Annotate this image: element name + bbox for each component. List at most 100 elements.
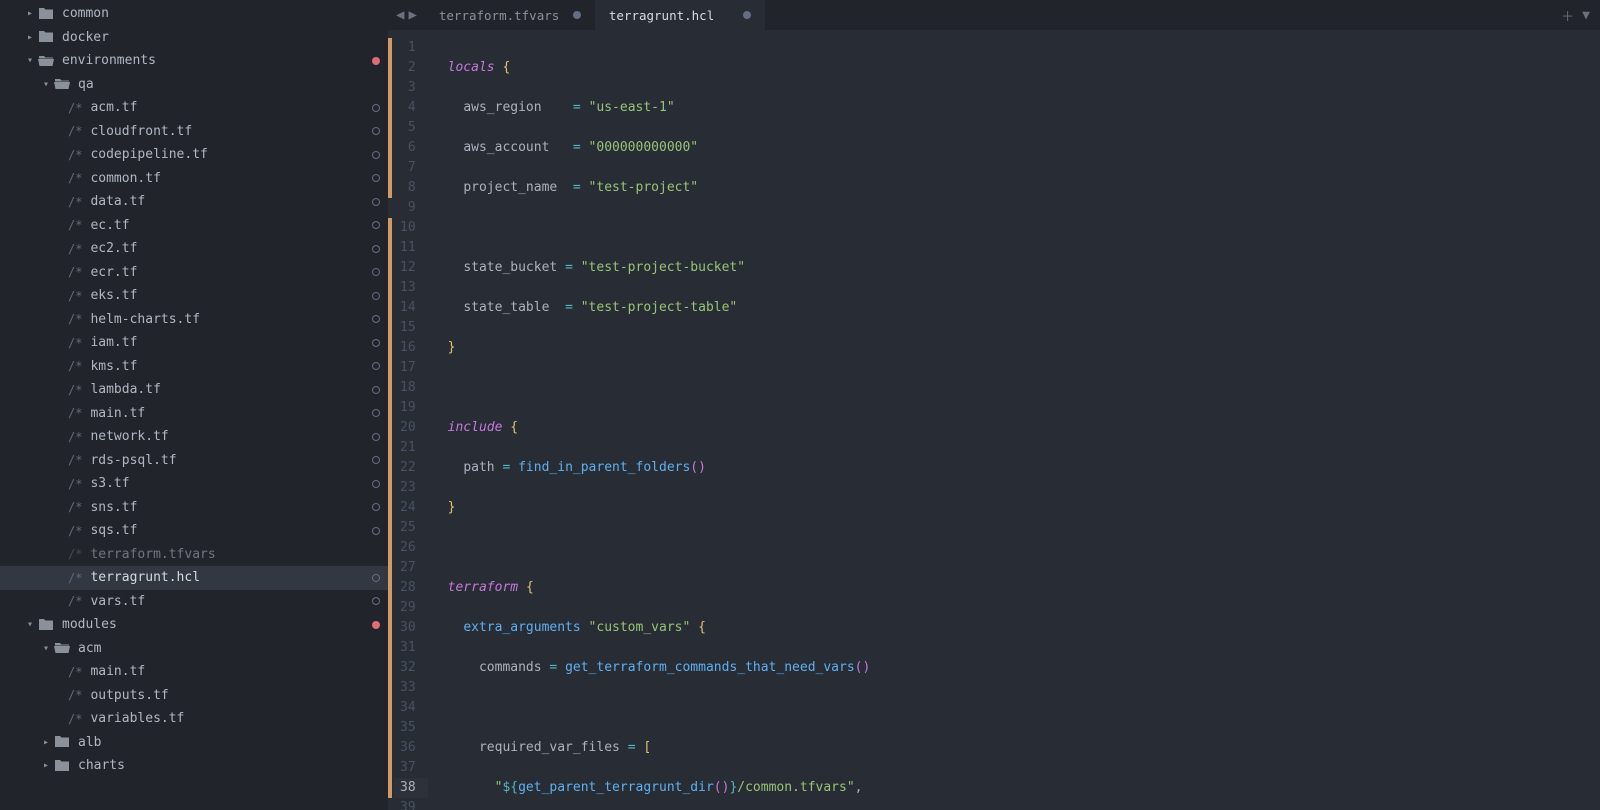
tree-item-label: network.tf: [90, 429, 168, 444]
editor-pane: ◀ ▶ terraform.tfvarsterragrunt.hcl ＋ ▼ 1…: [388, 0, 1600, 810]
tree-file-cloudfront-tf[interactable]: /*cloudfront.tf: [0, 120, 388, 144]
folder-icon: [54, 641, 72, 655]
tree-file-sqs-tf[interactable]: /*sqs.tf: [0, 519, 388, 543]
paren: (): [714, 780, 730, 795]
brace-open: {: [698, 620, 706, 635]
tree-file-outputs-tf[interactable]: /* outputs.tf: [0, 684, 388, 708]
tree-file-main-tf[interactable]: /*main.tf: [0, 402, 388, 426]
tree-file-ecr-tf[interactable]: /*ecr.tf: [0, 261, 388, 285]
code-area[interactable]: 1234567891011121314151617181920212223242…: [388, 30, 1600, 810]
tree-item-label: iam.tf: [90, 335, 137, 350]
tree-file-acm-tf[interactable]: /*acm.tf: [0, 96, 388, 120]
tab-modified-icon[interactable]: [743, 11, 751, 19]
tree-item-label: qa: [78, 77, 94, 92]
line-number: 26: [400, 538, 416, 558]
file-icon: /*: [68, 688, 82, 702]
tree-file-eks-tf[interactable]: /*eks.tf: [0, 284, 388, 308]
tab-terraform-tfvars[interactable]: terraform.tfvars: [425, 0, 595, 30]
line-number: 24: [400, 498, 416, 518]
tab-modified-icon[interactable]: [573, 11, 581, 19]
string: "us-east-1": [589, 100, 675, 115]
tree-file-ec2-tf[interactable]: /*ec2.tf: [0, 237, 388, 261]
vcs-status-icon: [372, 174, 380, 182]
file-icon: /*: [68, 383, 82, 397]
line-number: 16: [400, 338, 416, 358]
tree-item-label: ec.tf: [90, 218, 129, 233]
tab-nav: ◀ ▶: [388, 0, 425, 30]
tree-file-data-tf[interactable]: /*data.tf: [0, 190, 388, 214]
tree-item-label: eks.tf: [90, 288, 137, 303]
tree-folder-environments[interactable]: ▾environments: [0, 49, 388, 73]
vcs-status-icon: [372, 339, 380, 347]
tree-arrow-icon[interactable]: ▾: [40, 643, 52, 654]
vcs-status-icon: [372, 527, 380, 535]
tree-folder-acm[interactable]: ▾acm: [0, 637, 388, 661]
tree-file-lambda-tf[interactable]: /*lambda.tf: [0, 378, 388, 402]
file-tree[interactable]: ▸common▸docker▾environments▾qa/*acm.tf/*…: [0, 0, 388, 810]
tree-item-label: kms.tf: [90, 359, 137, 374]
tree-file-s3-tf[interactable]: /*s3.tf: [0, 472, 388, 496]
tree-file-kms-tf[interactable]: /* kms.tf: [0, 355, 388, 379]
block-label: extra_arguments: [463, 620, 580, 635]
fn-call: get_terraform_commands_that_need_vars: [565, 660, 855, 675]
line-number: 8: [400, 178, 416, 198]
vcs-status-icon: [372, 127, 380, 135]
line-number: 32: [400, 658, 416, 678]
line-number: 21: [400, 438, 416, 458]
tree-folder-docker[interactable]: ▸docker: [0, 26, 388, 50]
tree-item-label: terragrunt.hcl: [90, 570, 200, 585]
tree-file-iam-tf[interactable]: /*iam.tf: [0, 331, 388, 355]
file-icon: /*: [68, 524, 82, 538]
tree-folder-qa[interactable]: ▾ qa: [0, 73, 388, 97]
tree-file-rds-psql-tf[interactable]: /*rds-psql.tf: [0, 449, 388, 473]
tab-nav-next-icon[interactable]: ▶: [408, 7, 416, 23]
tree-item-label: outputs.tf: [90, 688, 168, 703]
tree-item-label: cloudfront.tf: [90, 124, 192, 139]
tree-arrow-icon[interactable]: ▾: [40, 79, 52, 90]
tree-folder-modules[interactable]: ▾modules: [0, 613, 388, 637]
tab-nav-prev-icon[interactable]: ◀: [396, 7, 404, 23]
string: "custom_vars": [589, 620, 691, 635]
tree-item-label: alb: [78, 735, 101, 750]
line-number: 30: [400, 618, 416, 638]
tree-folder-alb[interactable]: ▸ alb: [0, 731, 388, 755]
tree-item-label: vars.tf: [90, 594, 145, 609]
tree-file-variables-tf[interactable]: /*variables.tf: [0, 707, 388, 731]
tree-arrow-icon[interactable]: ▸: [24, 32, 36, 43]
tree-item-label: helm-charts.tf: [90, 312, 200, 327]
tree-file-terragrunt-hcl[interactable]: /*terragrunt.hcl: [0, 566, 388, 590]
tree-file-terraform-tfvars[interactable]: /*terraform.tfvars: [0, 543, 388, 567]
tree-arrow-icon[interactable]: ▾: [24, 619, 36, 630]
file-icon: /*: [68, 594, 82, 608]
tab-terragrunt-hcl[interactable]: terragrunt.hcl: [595, 0, 765, 30]
tree-item-label: ecr.tf: [90, 265, 137, 280]
code-content[interactable]: locals { aws_region = "us-east-1" aws_ac…: [428, 30, 941, 810]
tree-arrow-icon[interactable]: ▾: [24, 55, 36, 66]
folder-icon: [38, 30, 56, 44]
attr: project_name: [463, 180, 557, 195]
file-icon: /*: [68, 312, 82, 326]
tab-dropdown-icon[interactable]: ▼: [1582, 8, 1590, 23]
tree-file-sns-tf[interactable]: /*sns.tf: [0, 496, 388, 520]
tree-file-ec-tf[interactable]: /*ec.tf: [0, 214, 388, 238]
fn-call: find_in_parent_folders: [518, 460, 690, 475]
file-icon: /*: [68, 359, 82, 373]
line-number: 34: [400, 698, 416, 718]
tree-arrow-icon[interactable]: ▸: [24, 8, 36, 19]
tab-add-icon[interactable]: ＋: [1561, 6, 1574, 25]
tree-file-vars-tf[interactable]: /* vars.tf: [0, 590, 388, 614]
tree-file-main-tf[interactable]: /*main.tf: [0, 660, 388, 684]
tree-file-network-tf[interactable]: /*network.tf: [0, 425, 388, 449]
tree-file-common-tf[interactable]: /*common.tf: [0, 167, 388, 191]
tree-folder-charts[interactable]: ▸charts: [0, 754, 388, 778]
attr: path: [463, 460, 494, 475]
tree-arrow-icon[interactable]: ▸: [40, 737, 52, 748]
vcs-status-icon: [372, 221, 380, 229]
tree-arrow-icon[interactable]: ▸: [40, 760, 52, 771]
file-icon: /*: [68, 477, 82, 491]
tree-file-helm-charts-tf[interactable]: /* helm-charts.tf: [0, 308, 388, 332]
change-marker: [388, 298, 392, 458]
tree-file-codepipeline-tf[interactable]: /*codepipeline.tf: [0, 143, 388, 167]
change-marker: [388, 698, 392, 738]
tree-folder-common[interactable]: ▸common: [0, 2, 388, 26]
